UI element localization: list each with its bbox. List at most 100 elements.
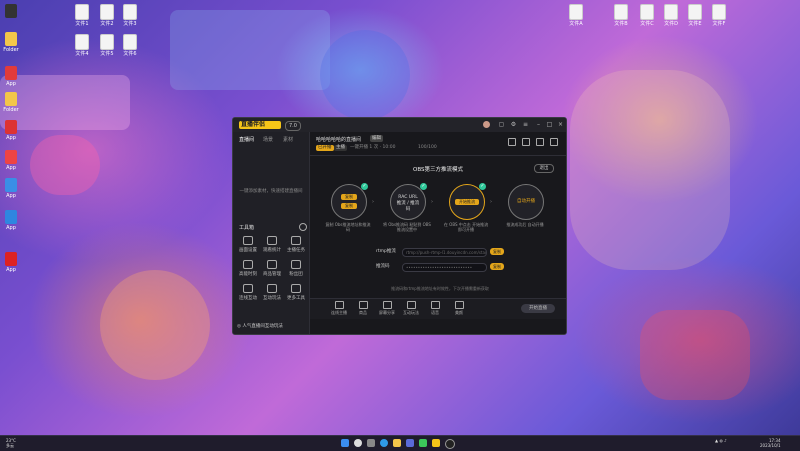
desktop-app-icon[interactable]: App xyxy=(0,210,22,231)
desktop-file-icon[interactable]: 文件5 xyxy=(96,34,118,57)
step-copy: ✓ 复制 复制 xyxy=(331,183,368,220)
minimize-icon[interactable]: – xyxy=(535,121,542,128)
desktop-file-icon[interactable]: 文件4 xyxy=(71,34,93,57)
browser-icon[interactable] xyxy=(380,439,388,447)
desktop-folder-icon[interactable]: Folder xyxy=(0,92,22,113)
task-view-icon[interactable] xyxy=(367,439,375,447)
header-divider xyxy=(310,155,566,156)
tool-item[interactable]: 观看统计 xyxy=(261,236,283,256)
desktop-file-icon[interactable]: 文件D xyxy=(660,4,682,27)
tool-item[interactable]: 高能时刻 xyxy=(237,260,259,280)
desktop-file-icon[interactable]: 文件F xyxy=(708,4,730,27)
weather-widget[interactable]: 23°C 多云 xyxy=(6,438,16,448)
tool-item[interactable]: 粉丝团 xyxy=(285,260,307,280)
toolbox-title: 工具箱 xyxy=(239,225,255,231)
desktop-folder-icon[interactable]: Folder xyxy=(0,32,22,53)
desktop-file-icon[interactable]: 文件3 xyxy=(119,4,141,27)
tool-item[interactable]: 互动玩法 xyxy=(261,284,283,304)
start-live-button[interactable]: 开始直播 xyxy=(521,304,555,313)
record-icon[interactable] xyxy=(508,138,516,146)
tool-label: 粉丝团 xyxy=(289,272,303,277)
start-icon[interactable] xyxy=(341,439,349,447)
desktop-file-icon[interactable]: 文件2 xyxy=(96,4,118,27)
toolbar-icon xyxy=(430,301,440,309)
system-tray[interactable]: ▲ ◍ ♪ xyxy=(715,438,727,443)
rtmp-url-field[interactable]: rtmp://push-rtmp-l1.douyincdn.com/stage/ xyxy=(402,248,487,257)
tool-icon xyxy=(267,284,277,293)
desktop-file-icon[interactable]: 文件A xyxy=(565,4,587,27)
desktop-file-icon[interactable]: 文件C xyxy=(636,4,658,27)
maximize-icon[interactable]: □ xyxy=(546,121,553,128)
tool-label: 画面设置 xyxy=(239,248,257,253)
wallpaper-shape-heart xyxy=(30,135,100,195)
tab-material[interactable]: 素材 xyxy=(283,136,293,143)
chat-app-icon[interactable] xyxy=(419,439,427,447)
search-icon[interactable] xyxy=(354,439,362,447)
desktop-app-icon[interactable]: App xyxy=(0,66,22,87)
weather-text: 多云 xyxy=(6,443,14,448)
bottom-toolbar-item[interactable]: 美颜 xyxy=(450,301,468,316)
menu-icon[interactable]: ≡ xyxy=(522,121,529,128)
desktop-file-icon[interactable]: 文件6 xyxy=(119,34,141,57)
close-icon[interactable]: × xyxy=(557,121,564,128)
live-companion-window: 直播伴侣 7.0 ▢ ⚙ ≡ – □ × 直播间 场景 素材 一键添加素材，快速… xyxy=(232,117,567,335)
tool-item[interactable]: 画面设置 xyxy=(237,236,259,256)
bottom-toolbar-item[interactable]: 屏幕分享 xyxy=(378,301,396,316)
bottom-toolbar-item[interactable]: 连线主播 xyxy=(330,301,348,316)
edit-tag[interactable]: 编辑 xyxy=(370,135,383,142)
settings-icon[interactable]: ⚙ xyxy=(510,121,517,128)
bottom-toolbar-item[interactable]: 语音 xyxy=(426,301,444,316)
desktop-file-icon[interactable]: 文件1 xyxy=(71,4,93,27)
desktop-app-icon[interactable]: App xyxy=(0,150,22,171)
copy-key-small-button[interactable]: 复制 xyxy=(341,203,357,209)
wallpaper-shape-monitor xyxy=(170,10,330,90)
share-icon[interactable] xyxy=(522,138,530,146)
tool-item[interactable]: 连线互动 xyxy=(237,284,259,304)
role-chip: 主播 xyxy=(334,145,347,151)
sidebar: 直播间 场景 素材 一键添加素材，快速搭建直播间 工具箱 画面设置 观看统计 主播任… xyxy=(233,132,310,334)
notification-icon[interactable] xyxy=(536,138,544,146)
window-titlebar[interactable]: 直播伴侣 7.0 ▢ ⚙ ≡ – □ × xyxy=(233,118,566,132)
tool-item[interactable]: 商品管理 xyxy=(261,260,283,280)
tool-item[interactable]: 更多工具 xyxy=(285,284,307,304)
sidebar-footer[interactable]: ◎ 人气直播间互动玩法 xyxy=(237,323,305,329)
desktop-app-icon[interactable]: App xyxy=(0,252,22,273)
tab-scene[interactable]: 场景 xyxy=(263,136,273,143)
desktop-file-icon[interactable]: 文件E xyxy=(684,4,706,27)
tool-label: 互动玩法 xyxy=(263,296,281,301)
copy-key-button[interactable]: 复制 xyxy=(490,263,504,270)
step-inner-text: 自动开播 xyxy=(517,199,535,204)
desktop-app-icon[interactable]: App xyxy=(0,178,22,199)
copy-url-small-button[interactable]: 复制 xyxy=(341,194,357,200)
message-icon[interactable]: ▢ xyxy=(498,121,505,128)
copy-url-button[interactable]: 复制 xyxy=(490,248,504,255)
avatar[interactable] xyxy=(483,121,490,128)
room-meta: 一键开播 1 次 · 10:00 xyxy=(350,145,396,150)
store-icon[interactable] xyxy=(406,439,414,447)
obs-icon[interactable] xyxy=(445,439,455,449)
tool-icon xyxy=(291,260,301,269)
tab-live-room[interactable]: 直播间 xyxy=(239,136,254,143)
tool-icon xyxy=(291,284,301,293)
desktop-app-icon[interactable] xyxy=(0,4,22,19)
toolbar-label: 屏幕分享 xyxy=(379,310,395,315)
desktop-app-icon[interactable]: App xyxy=(0,120,22,141)
toolbox-settings-icon[interactable] xyxy=(299,223,307,231)
bottom-toolbar-item[interactable]: 互动玩法 xyxy=(402,301,420,316)
tool-icon xyxy=(243,284,253,293)
stream-key-label: 推流码 xyxy=(376,264,390,269)
check-icon: ✓ xyxy=(479,183,486,190)
desktop-file-icon[interactable]: 文件B xyxy=(610,4,632,27)
tool-label: 观看统计 xyxy=(263,248,281,253)
toolbar-icon xyxy=(334,301,344,309)
wallpaper-shape-character xyxy=(570,70,730,270)
version-badge[interactable]: 7.0 xyxy=(285,121,301,131)
bottom-toolbar-item[interactable]: 商品 xyxy=(354,301,372,316)
clock[interactable]: 17:34 2023/10/1 xyxy=(760,438,781,448)
tool-item[interactable]: 主播任务 xyxy=(285,236,307,256)
exit-mode-button[interactable]: 退出 xyxy=(534,164,554,173)
live-companion-taskbar-icon[interactable] xyxy=(432,439,440,447)
more-icon[interactable] xyxy=(550,138,558,146)
file-explorer-icon[interactable] xyxy=(393,439,401,447)
stream-key-field[interactable]: •••••••••••••••••••••••••••• xyxy=(402,263,487,272)
